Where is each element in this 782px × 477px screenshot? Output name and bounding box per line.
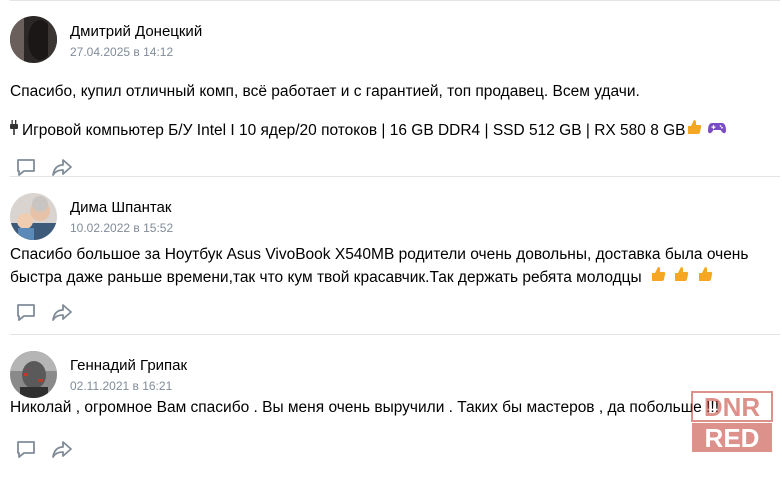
review-product[interactable]: Игровой компьютер Б/У Intel I 10 ядер/20… xyxy=(22,122,686,139)
review-item: Дима Шпантак 10.02.2022 в 15:52 Спасибо … xyxy=(10,176,780,334)
review-text: Николай , огромное Вам спасибо . Вы меня… xyxy=(10,399,720,416)
comment-icon[interactable] xyxy=(14,300,38,324)
review-text: Спасибо большое за Ноутбук Asus VivoBook… xyxy=(10,246,749,286)
review-author[interactable]: Дима Шпантак xyxy=(70,199,171,216)
review-author[interactable]: Геннадий Грипак xyxy=(70,357,187,374)
review-author[interactable]: Дмитрий Донецкий xyxy=(70,23,202,40)
review-item: Геннадий Грипак 02.11.2021 в 16:21 Никол… xyxy=(10,334,780,477)
review-text: Спасибо, купил отличный комп, всё работа… xyxy=(10,83,640,100)
review-text-block: Спасибо большое за Ноутбук Asus VivoBook… xyxy=(10,244,778,289)
thumbs-up-icon xyxy=(697,266,713,289)
avatar[interactable] xyxy=(10,351,57,398)
comment-icon[interactable] xyxy=(14,437,38,461)
review-date: 10.02.2022 в 15:52 xyxy=(70,221,174,235)
plug-icon xyxy=(10,119,18,141)
share-icon[interactable] xyxy=(50,437,74,461)
thumbs-up-icon xyxy=(673,266,689,289)
share-icon[interactable] xyxy=(50,300,74,324)
review-item: Дмитрий Донецкий 27.04.2025 в 14:12 Спас… xyxy=(10,0,780,176)
review-product-line: Игровой компьютер Б/У Intel I 10 ядер/20… xyxy=(10,119,778,142)
reviews-feed: Дмитрий Донецкий 27.04.2025 в 14:12 Спас… xyxy=(10,0,780,477)
gamepad-icon xyxy=(707,120,726,142)
review-actions xyxy=(14,437,74,461)
review-actions xyxy=(14,300,74,324)
thumbs-up-icon xyxy=(686,119,702,142)
avatar[interactable] xyxy=(10,16,57,63)
avatar[interactable] xyxy=(10,193,57,240)
review-date: 02.11.2021 в 16:21 xyxy=(70,379,173,393)
thumbs-up-icon xyxy=(650,266,666,289)
review-date: 27.04.2025 в 14:12 xyxy=(70,45,174,59)
